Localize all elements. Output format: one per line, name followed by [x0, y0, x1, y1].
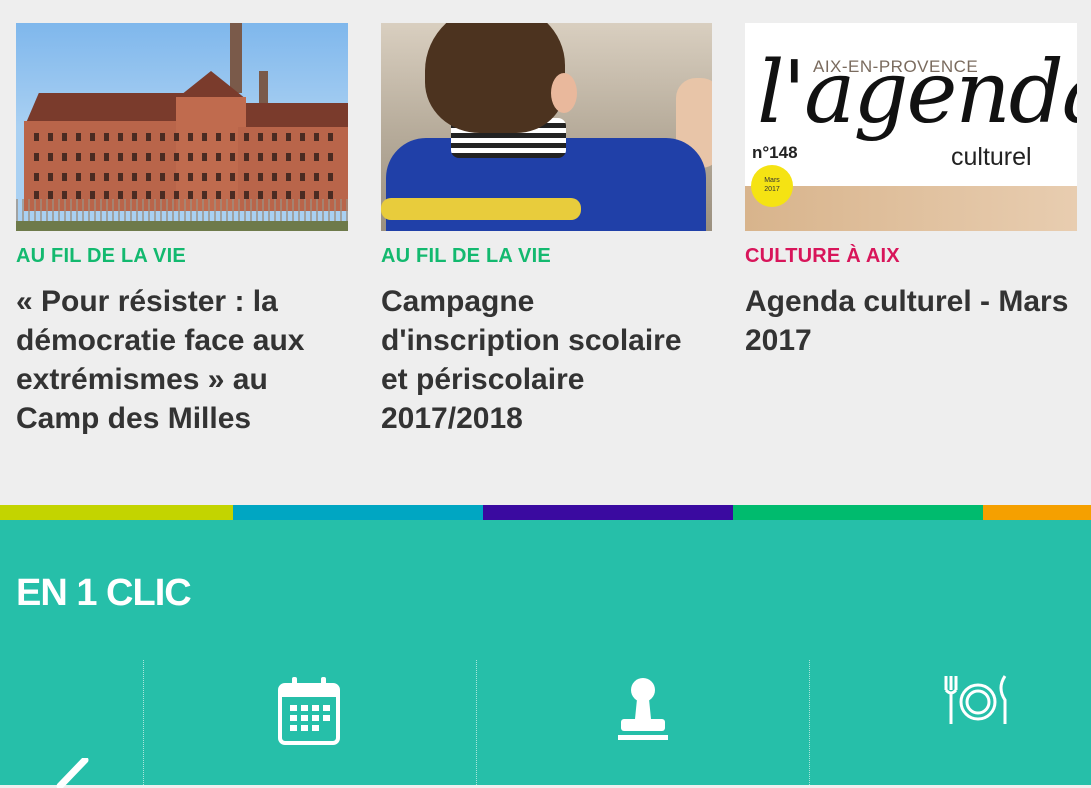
divider — [143, 660, 144, 785]
article-category[interactable]: CULTURE À AIX — [745, 246, 1077, 266]
chevron-icon[interactable] — [55, 758, 95, 788]
color-bar — [0, 505, 1091, 520]
article-title[interactable]: Agenda culturel - Mars 2017 — [745, 282, 1077, 360]
article-image-agenda-cover[interactable]: l'agenda AIX-EN-PROVENCE culturel n°148 … — [745, 23, 1077, 231]
calendar-icon[interactable] — [278, 677, 340, 745]
cover-city: AIX-EN-PROVENCE — [813, 57, 979, 76]
stamp-icon[interactable] — [618, 677, 668, 745]
divider — [809, 660, 810, 785]
cover-subtitle: culturel — [951, 143, 1032, 171]
section-heading: EN 1 CLIC — [16, 572, 192, 614]
article-card[interactable]: AU FIL DE LA VIE Campagne d'inscription … — [381, 23, 712, 438]
article-category[interactable]: AU FIL DE LA VIE — [16, 246, 348, 266]
cover-issue: n°148 — [752, 143, 798, 162]
article-card[interactable]: l'agenda AIX-EN-PROVENCE culturel n°148 … — [745, 23, 1077, 360]
article-title[interactable]: « Pour résister : la démocratie face aux… — [16, 282, 348, 438]
article-category[interactable]: AU FIL DE LA VIE — [381, 246, 712, 266]
cover-strip — [745, 186, 1077, 231]
news-section: AU FIL DE LA VIE « Pour résister : la dé… — [0, 0, 1091, 505]
article-image-child[interactable] — [381, 23, 712, 231]
article-card[interactable]: AU FIL DE LA VIE « Pour résister : la dé… — [16, 23, 348, 438]
cover-date-badge: Mars 2017 — [751, 165, 793, 207]
article-image-factory[interactable] — [16, 23, 348, 231]
quick-links-section: EN 1 CLIC — [0, 520, 1091, 788]
restaurant-icon[interactable] — [942, 674, 1012, 726]
divider — [476, 660, 477, 785]
article-title[interactable]: Campagne d'inscription scolaire et péris… — [381, 282, 712, 438]
